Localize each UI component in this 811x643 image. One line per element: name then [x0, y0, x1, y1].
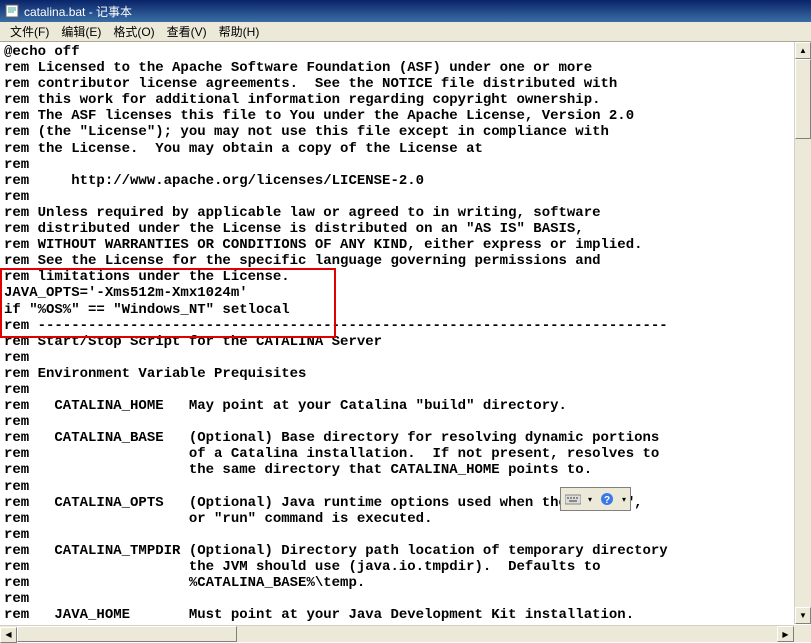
window-titlebar: catalina.bat - 记事本 — [0, 0, 811, 22]
text-content[interactable]: @echo off rem Licensed to the Apache Sof… — [0, 42, 811, 624]
scroll-left-button[interactable]: ◀ — [0, 627, 17, 643]
menu-edit[interactable]: 编辑(E) — [55, 21, 107, 42]
menu-file[interactable]: 文件(F) — [4, 21, 55, 42]
menu-view[interactable]: 查看(V) — [161, 21, 213, 42]
ime-toolbar[interactable]: ▾ ? ▾ — [560, 487, 631, 511]
svg-text:?: ? — [604, 495, 610, 506]
horizontal-scrollbar[interactable]: ◀ ▶ — [0, 625, 794, 642]
ime-keyboard-button[interactable] — [562, 489, 584, 509]
scrollbar-corner — [794, 625, 811, 642]
ime-keyboard-dropdown[interactable]: ▾ — [585, 495, 595, 504]
scroll-right-button[interactable]: ▶ — [777, 626, 794, 642]
text-editor-area[interactable]: @echo off rem Licensed to the Apache Sof… — [0, 42, 811, 624]
ime-help-dropdown[interactable]: ▾ — [619, 495, 629, 504]
horizontal-scroll-thumb[interactable] — [17, 626, 237, 642]
notepad-icon — [4, 3, 20, 19]
window-title: catalina.bat - 记事本 — [24, 3, 132, 20]
menubar: 文件(F) 编辑(E) 格式(O) 查看(V) 帮助(H) — [0, 22, 811, 42]
menu-help[interactable]: 帮助(H) — [213, 21, 266, 42]
scroll-down-button[interactable]: ▼ — [795, 607, 811, 624]
menu-format[interactable]: 格式(O) — [107, 21, 160, 42]
vertical-scrollbar[interactable]: ▲ ▼ — [794, 42, 811, 624]
scroll-up-button[interactable]: ▲ — [795, 42, 811, 59]
ime-help-button[interactable]: ? — [596, 489, 618, 509]
vertical-scroll-thumb[interactable] — [795, 59, 811, 139]
